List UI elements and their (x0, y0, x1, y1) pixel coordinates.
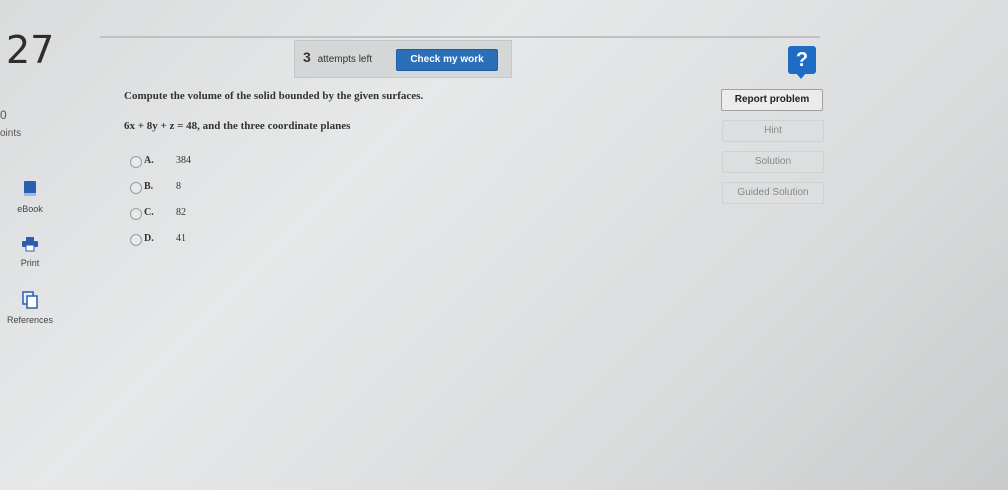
print-button[interactable]: Print (0, 234, 60, 282)
assignment-page: 27 0 oints eBook Print References 3 atte… (0, 0, 1008, 490)
question-prompt: Compute the volume of the solid bounded … (124, 90, 424, 102)
ebook-button[interactable]: eBook (0, 178, 60, 226)
option-letter: D. (144, 233, 154, 244)
option-value: 41 (176, 233, 186, 244)
hint-button[interactable]: Hint (722, 120, 824, 142)
references-icon (0, 291, 60, 311)
option-letter: A. (144, 155, 154, 166)
references-button[interactable]: References (0, 289, 60, 337)
book-icon (0, 180, 60, 200)
report-problem-button[interactable]: Report problem (721, 89, 823, 111)
attempts-status: 3 attempts left (303, 49, 372, 65)
print-label: Print (20, 258, 40, 268)
ebook-label: eBook (17, 204, 43, 214)
radio-button[interactable] (130, 156, 142, 168)
question-equation: 6x + 8y + z = 48, and the three coordina… (124, 120, 351, 132)
help-button[interactable]: ? (788, 46, 816, 79)
attempts-label: attempts left (317, 54, 373, 65)
option-letter: B. (144, 181, 154, 192)
attempts-panel: 3 attempts left Check my work (294, 40, 512, 78)
attempts-count: 3 (303, 49, 311, 65)
radio-button[interactable] (130, 182, 142, 194)
check-my-work-button[interactable]: Check my work (396, 49, 498, 71)
option-letter: C. (144, 207, 154, 218)
header-divider (100, 36, 820, 38)
option-value: 8 (176, 181, 181, 192)
radio-button[interactable] (130, 234, 142, 246)
guided-solution-button[interactable]: Guided Solution (722, 182, 824, 204)
points-label: oints (0, 128, 22, 139)
option-value: 384 (176, 155, 191, 166)
printer-icon (0, 236, 60, 254)
radio-button[interactable] (130, 208, 142, 220)
question-number: 27 (6, 28, 55, 72)
points-value: 0 (0, 108, 7, 122)
option-value: 82 (176, 207, 186, 218)
solution-button[interactable]: Solution (722, 151, 824, 173)
references-label: References (6, 315, 54, 325)
